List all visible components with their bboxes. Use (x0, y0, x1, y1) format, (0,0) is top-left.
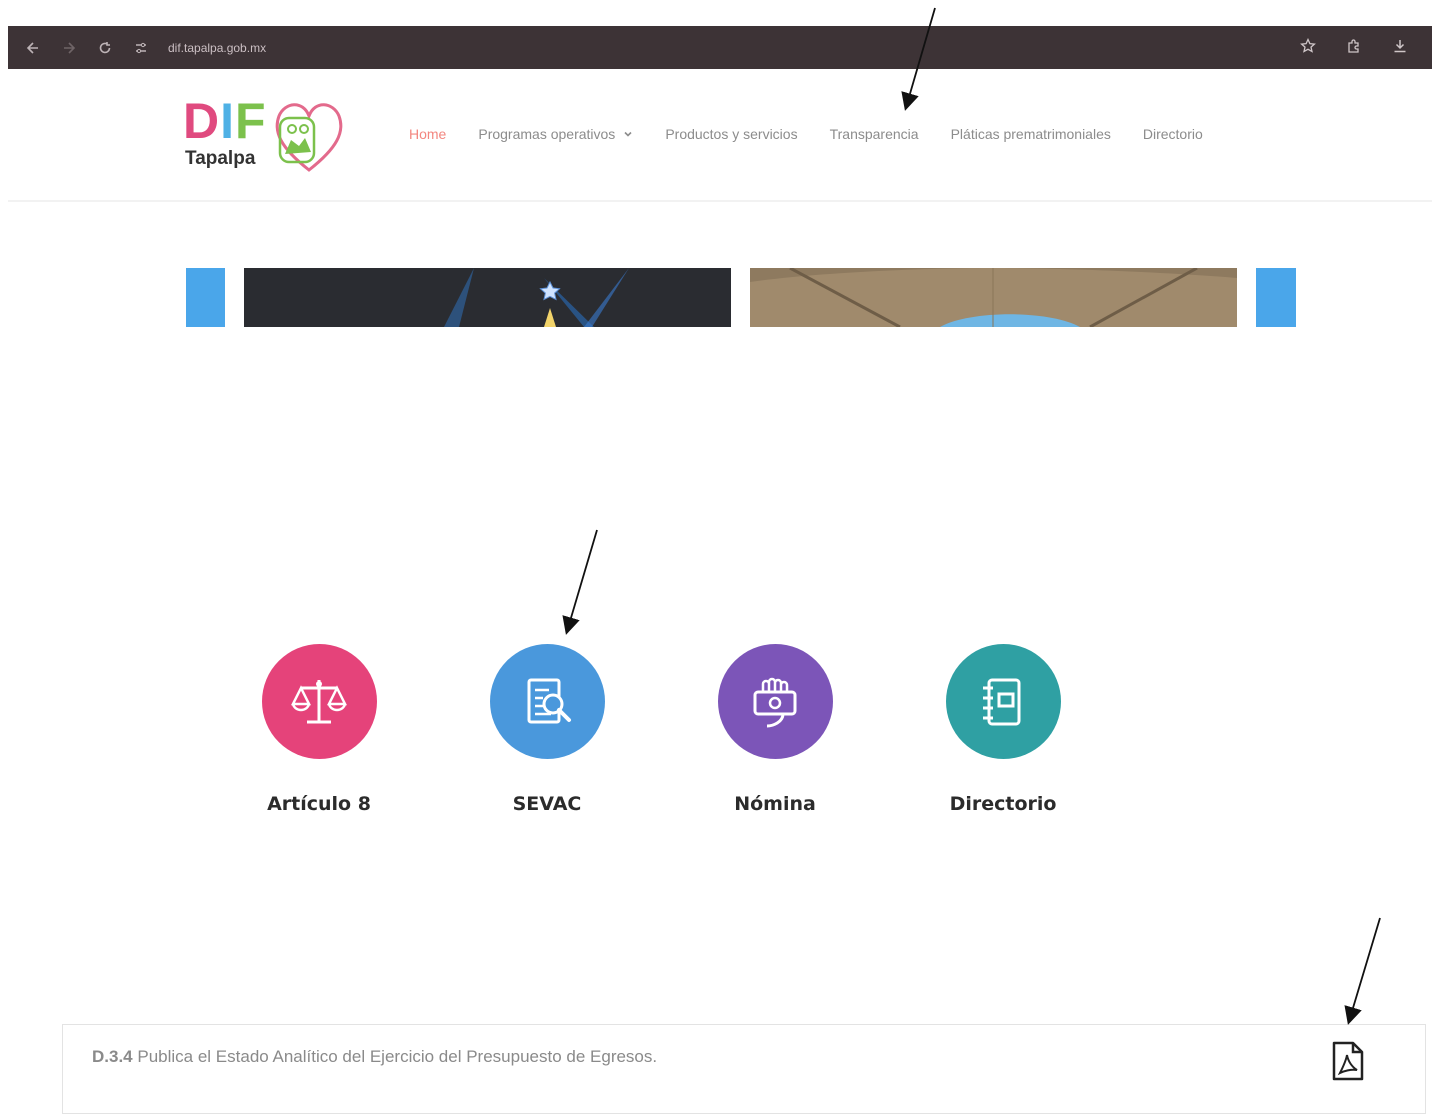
star-icon[interactable] (1300, 37, 1316, 58)
chevron-down-icon (624, 131, 632, 137)
slide-arch-image[interactable] (750, 268, 1237, 327)
nav-platicas-label: Pláticas prematrimoniales (950, 126, 1111, 142)
tile-nomina-label: Nómina (734, 793, 816, 815)
nav-directorio[interactable]: Directorio (1143, 126, 1203, 142)
address-bar-url[interactable]: dif.tapalpa.gob.mx (168, 41, 266, 55)
site-logo[interactable]: DIF Tapalpa (183, 96, 353, 176)
hand-money-icon (717, 644, 833, 759)
nav-platicas-prematrimoniales[interactable]: Pláticas prematrimoniales (951, 126, 1111, 142)
logo-letter-d: D (183, 93, 221, 149)
logo-town: Tapalpa (185, 148, 256, 169)
pdf-file-icon[interactable] (1331, 1041, 1365, 1081)
nav-programas-operativos[interactable]: Programas operativos (478, 126, 633, 142)
reload-icon[interactable] (94, 37, 116, 59)
arrow-to-sevac (562, 529, 598, 635)
header-divider (8, 200, 1432, 202)
tile-directorio[interactable]: Directorio (903, 640, 1103, 815)
image-slider (0, 268, 1439, 328)
nav-programas-label: Programas operativos (478, 126, 616, 142)
nav-directorio-label: Directorio (1142, 126, 1203, 142)
slide-stage-image[interactable] (244, 268, 731, 327)
nav-transparencia[interactable]: Transparencia (830, 126, 919, 142)
address-book-icon (945, 644, 1061, 759)
family-heart-icon (275, 103, 343, 172)
document-code: D.3.4 (92, 1047, 133, 1066)
tile-articulo-8[interactable]: Artículo 8 (219, 640, 419, 815)
site-settings-icon[interactable] (130, 37, 152, 59)
nav-productos-label: Productos y servicios (665, 126, 798, 142)
forward-icon[interactable] (58, 37, 80, 59)
nav-home[interactable]: Home (409, 126, 446, 142)
extensions-icon[interactable] (1346, 38, 1362, 58)
nav-transparencia-label: Transparencia (829, 126, 919, 142)
logo-letter-f: F (235, 93, 267, 149)
download-icon[interactable] (1392, 38, 1408, 58)
balance-scale-icon (261, 644, 377, 759)
document-search-icon (489, 644, 605, 759)
logo-letters: DIF (183, 96, 267, 146)
slide-next-edge[interactable] (1256, 268, 1296, 327)
back-icon[interactable] (22, 37, 44, 59)
tile-nomina[interactable]: Nómina (675, 640, 875, 815)
main-nav: Home Programas operativos Productos y se… (409, 126, 1235, 142)
nav-home-label: Home (409, 126, 447, 142)
tile-articulo-8-label: Artículo 8 (267, 793, 371, 815)
toolbar-right-icons (1300, 37, 1408, 58)
site-header: DIF Tapalpa Home Programas operativos Pr… (0, 70, 1439, 202)
nav-productos-servicios[interactable]: Productos y servicios (665, 126, 797, 142)
browser-toolbar: dif.tapalpa.gob.mx (8, 26, 1432, 69)
arrow-to-pdf (1344, 917, 1381, 1025)
tile-sevac-label: SEVAC (512, 793, 582, 815)
document-description: D.3.4 Publica el Estado Analítico del Ej… (92, 1047, 657, 1067)
tile-sevac[interactable]: SEVAC (447, 640, 647, 815)
logo-letter-i: I (220, 93, 236, 149)
document-text: Publica el Estado Analítico del Ejercici… (132, 1047, 658, 1066)
arch-ceiling-image (750, 268, 1237, 327)
tile-directorio-label: Directorio (949, 793, 1057, 815)
slide-prev-edge[interactable] (186, 268, 225, 327)
stage-lights-image (244, 268, 731, 327)
transparency-tiles: Artículo 8 SEVAC Nómina Directorio (0, 640, 1439, 840)
